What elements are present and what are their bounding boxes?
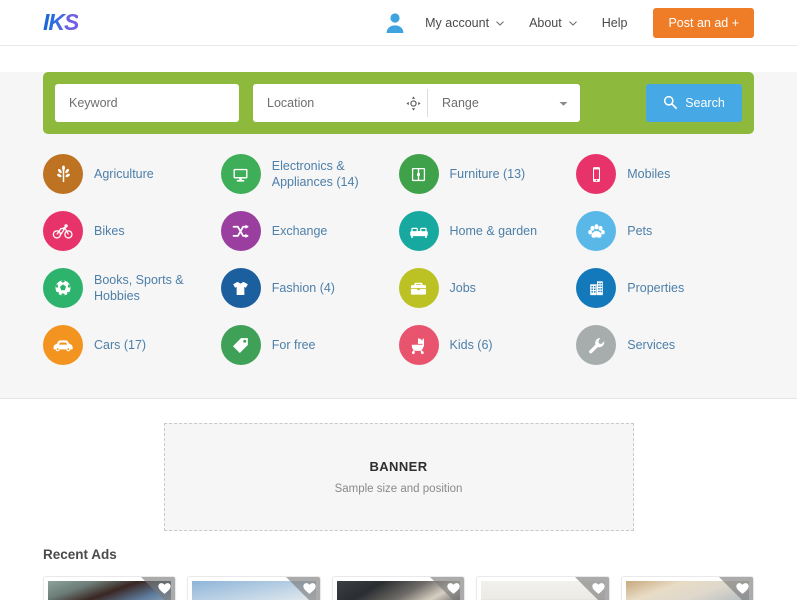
category-grid: Agriculture Electronics & Appliances (14… <box>43 152 754 367</box>
heart-icon[interactable] <box>591 582 605 595</box>
category-label: Pets <box>627 223 653 238</box>
nav-item-about[interactable]: About <box>529 15 577 30</box>
category-jobs[interactable]: Jobs <box>398 266 577 310</box>
category-services[interactable]: Services <box>576 323 754 367</box>
search-button-label: Search <box>685 96 725 110</box>
briefcase-icon <box>398 268 439 308</box>
category-exchange[interactable]: Exchange <box>220 209 399 253</box>
banner-title: BANNER <box>369 459 428 474</box>
range-select[interactable]: Range <box>428 84 580 122</box>
category-pets[interactable]: Pets <box>576 209 754 253</box>
ad-card[interactable] <box>43 576 177 600</box>
recent-ads-title: Recent Ads <box>43 547 117 562</box>
monitor-icon <box>220 154 261 194</box>
recent-ads-row <box>43 576 755 600</box>
crosshair-locate-icon[interactable] <box>399 84 427 122</box>
soccer-ball-icon <box>43 268 83 308</box>
category-label: Fashion (4) <box>271 280 335 295</box>
category-label: Bikes <box>94 223 125 238</box>
category-kids[interactable]: Kids (6) <box>398 323 577 367</box>
ad-card[interactable] <box>187 576 321 600</box>
nav-item-my-account[interactable]: My account <box>425 15 504 30</box>
category-fashion[interactable]: Fashion (4) <box>220 266 399 310</box>
ad-card[interactable] <box>476 576 610 600</box>
price-tag-icon <box>220 325 261 365</box>
bicycle-icon <box>43 211 83 251</box>
category-label: Agriculture <box>94 166 154 181</box>
wardrobe-icon <box>398 154 439 194</box>
category-label: Exchange <box>271 223 328 238</box>
category-properties[interactable]: Properties <box>576 266 754 310</box>
category-label: Mobiles <box>627 166 671 181</box>
category-label: Books, Sports & Hobbies <box>94 272 184 304</box>
heart-icon[interactable] <box>736 582 749 595</box>
chevron-down-icon <box>559 96 568 110</box>
site-header: IKS My account About Help Post an ad + <box>0 0 797 46</box>
category-mobiles[interactable]: Mobiles <box>576 152 754 196</box>
heart-icon[interactable] <box>303 582 316 595</box>
keyword-input[interactable] <box>55 84 239 122</box>
stroller-icon <box>398 325 439 365</box>
shuffle-icon <box>220 211 261 251</box>
chevron-down-icon <box>496 20 504 26</box>
category-label: Kids (6) <box>449 337 493 352</box>
search-bar: Range Search <box>43 72 754 134</box>
category-label: For free <box>271 337 316 352</box>
category-label: Services <box>627 337 676 352</box>
wrench-icon <box>576 325 617 365</box>
post-an-ad-button[interactable]: Post an ad + <box>653 7 754 38</box>
wheat-icon <box>43 154 83 194</box>
banner-subtitle: Sample size and position <box>334 483 463 495</box>
category-label: Jobs <box>449 280 476 295</box>
range-select-label: Range <box>442 96 479 110</box>
ad-card[interactable] <box>620 576 755 600</box>
search-icon <box>663 95 678 112</box>
category-agriculture[interactable]: Agriculture <box>43 152 221 196</box>
search-button[interactable]: Search <box>646 84 742 122</box>
location-range-group: Range <box>253 84 580 122</box>
tshirt-icon <box>220 268 261 308</box>
search-and-categories-section: Range Search <box>0 72 797 399</box>
banner-placeholder: BANNER Sample size and position <box>163 423 634 531</box>
category-furniture[interactable]: Furniture (13) <box>398 152 577 196</box>
heart-icon[interactable] <box>447 582 460 595</box>
category-for-free[interactable]: For free <box>220 323 399 367</box>
category-bikes[interactable]: Bikes <box>43 209 221 253</box>
recent-ads-section: Recent Ads <box>0 547 797 600</box>
category-books-sports-hobbies[interactable]: Books, Sports & Hobbies <box>43 266 221 310</box>
smartphone-icon <box>576 154 617 194</box>
ad-card[interactable] <box>331 576 466 600</box>
category-label: Furniture (13) <box>449 166 526 181</box>
building-icon <box>576 268 617 308</box>
category-label: Electronics & Appliances (14) <box>271 158 359 190</box>
category-label: Properties <box>627 280 685 295</box>
location-input[interactable] <box>253 84 399 122</box>
nav-item-label: Help <box>601 15 628 30</box>
category-home-garden[interactable]: Home & garden <box>398 209 577 253</box>
category-electronics-appliances[interactable]: Electronics & Appliances (14) <box>220 152 399 196</box>
nav-item-label: My account <box>425 15 490 30</box>
sofa-icon <box>398 211 439 251</box>
category-label: Cars (17) <box>94 337 147 352</box>
chevron-down-icon <box>568 20 577 26</box>
site-logo[interactable]: IKS <box>43 11 79 34</box>
car-icon <box>43 325 83 365</box>
nav-item-label: About <box>529 15 562 30</box>
user-avatar-icon[interactable] <box>385 12 405 34</box>
banner-section: BANNER Sample size and position <box>0 399 797 547</box>
paw-icon <box>576 211 617 251</box>
category-label: Home & garden <box>449 223 538 238</box>
main-navigation: My account About Help Post an ad + <box>385 7 754 38</box>
heart-icon[interactable] <box>158 582 172 595</box>
category-cars[interactable]: Cars (17) <box>43 323 221 367</box>
nav-item-help[interactable]: Help <box>602 16 628 30</box>
